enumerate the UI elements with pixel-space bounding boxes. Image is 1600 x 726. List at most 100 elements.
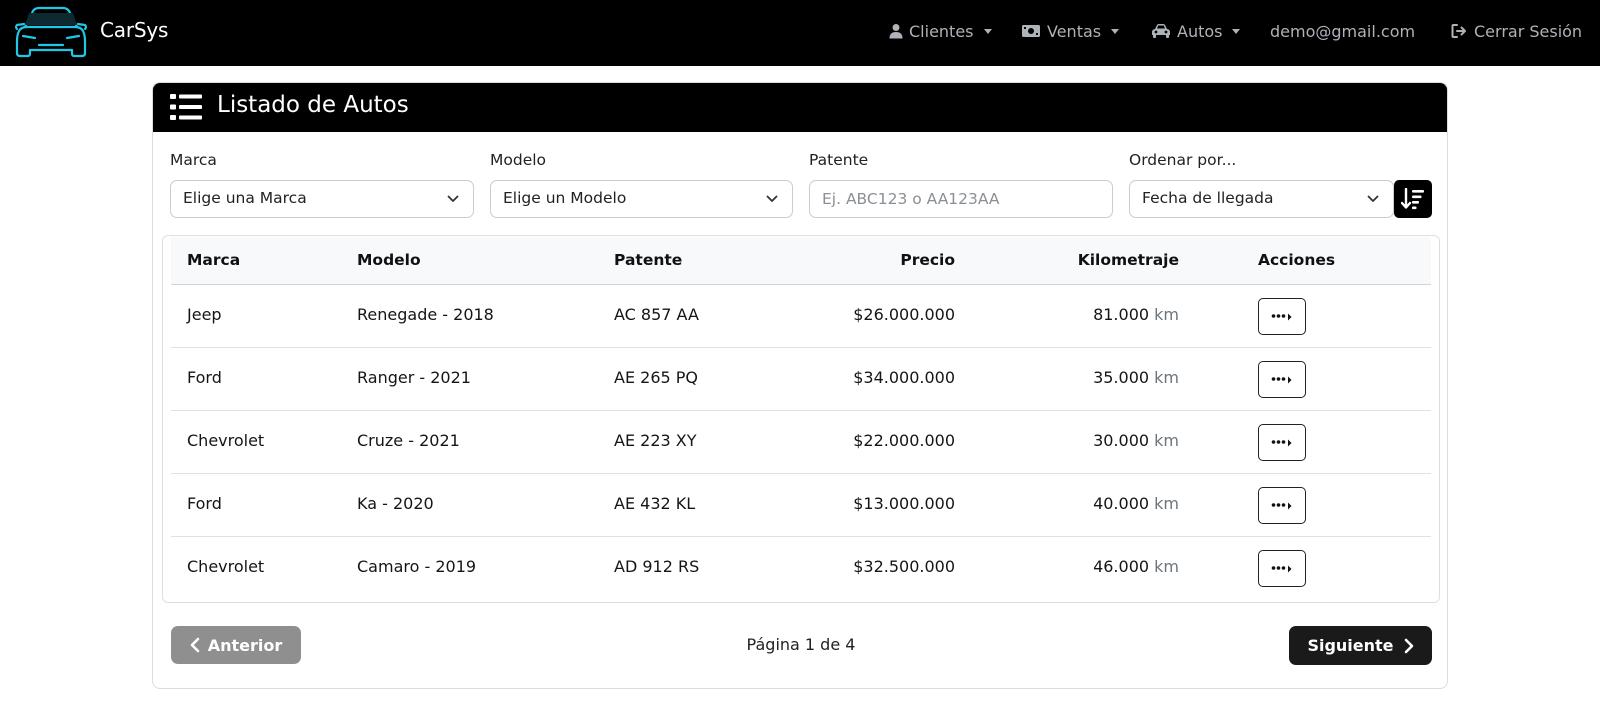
nav-autos-label: Autos [1177, 21, 1223, 41]
logout-label: Cerrar Sesión [1474, 21, 1583, 41]
ellipsis-caret-icon [1271, 439, 1292, 446]
km-value: 40.000 [1093, 494, 1150, 513]
brand-name[interactable]: CarSys [100, 18, 168, 42]
sort-descending-icon [1401, 188, 1424, 210]
km-value: 46.000 [1093, 557, 1150, 576]
card-header: Listado de Autos [153, 83, 1447, 132]
header-modelo: Modelo [357, 251, 421, 269]
ellipsis-caret-icon [1271, 376, 1292, 383]
cell-marca: Ford [187, 368, 222, 387]
cell-kilometraje: 40.000 km [1093, 494, 1179, 513]
ellipsis-caret-icon [1271, 313, 1292, 320]
header-precio: Precio [900, 251, 955, 269]
caret-down-icon [983, 28, 992, 34]
km-unit: km [1154, 494, 1179, 513]
ellipsis-caret-icon [1271, 502, 1292, 509]
logout-icon [1451, 24, 1466, 38]
header-marca: Marca [187, 251, 241, 269]
caret-down-icon [1111, 28, 1120, 34]
cell-kilometraje: 46.000 km [1093, 557, 1179, 576]
cell-precio: $22.000.000 [853, 431, 955, 450]
cell-modelo: Ka - 2020 [357, 494, 434, 513]
modelo-label: Modelo [490, 151, 547, 169]
cell-kilometraje: 30.000 km [1093, 431, 1179, 450]
row-actions-button[interactable] [1258, 487, 1306, 524]
cell-modelo: Ranger - 2021 [357, 368, 471, 387]
modelo-select-value: Elige un Modelo [503, 189, 627, 207]
navbar: CarSys Clientes Ventas Autos demo@gmail.… [0, 0, 1600, 66]
cell-modelo: Cruze - 2021 [357, 431, 460, 450]
header-patente: Patente [614, 251, 683, 269]
table-row: Jeep Renegade - 2018 AC 857 AA $26.000.0… [171, 285, 1431, 348]
cell-precio: $34.000.000 [853, 368, 955, 387]
ordenar-select-value: Fecha de llegada [1142, 189, 1274, 207]
km-unit: km [1154, 431, 1179, 450]
nav-ventas-dropdown[interactable]: Ventas [1021, 20, 1120, 42]
km-value: 35.000 [1093, 368, 1150, 387]
ellipsis-caret-icon [1271, 565, 1292, 572]
car-logo-icon[interactable] [11, 5, 91, 59]
table-row: Chevrolet Cruze - 2021 AE 223 XY $22.000… [171, 411, 1431, 474]
cell-precio: $26.000.000 [853, 305, 955, 324]
km-unit: km [1154, 368, 1179, 387]
autos-table: Marca Modelo Patente Precio Kilometraje … [162, 235, 1440, 603]
chevron-down-icon [447, 195, 459, 202]
user-icon [889, 24, 903, 39]
chevron-right-icon [1404, 638, 1413, 653]
page-indicator: Página 1 de 4 [746, 635, 856, 654]
table-row: Ford Ka - 2020 AE 432 KL $13.000.000 40.… [171, 474, 1431, 537]
cell-marca: Jeep [187, 305, 222, 324]
table-row: Ford Ranger - 2021 AE 265 PQ $34.000.000… [171, 348, 1431, 411]
cell-marca: Ford [187, 494, 222, 513]
patente-input[interactable] [809, 180, 1113, 218]
chevron-down-icon [766, 195, 778, 202]
table-row: Chevrolet Camaro - 2019 AD 912 RS $32.50… [171, 537, 1431, 600]
row-actions-button[interactable] [1258, 361, 1306, 398]
km-value: 30.000 [1093, 431, 1150, 450]
cell-precio: $13.000.000 [853, 494, 955, 513]
page-title: Listado de Autos [217, 92, 409, 118]
cell-patente: AE 265 PQ [614, 368, 699, 387]
marca-select[interactable]: Elige una Marca [170, 180, 474, 218]
header-kilometraje: Kilometraje [1077, 251, 1179, 269]
user-email-link[interactable]: demo@gmail.com [1270, 20, 1415, 42]
marca-label: Marca [170, 151, 217, 169]
km-value: 81.000 [1093, 305, 1150, 324]
row-actions-button[interactable] [1258, 550, 1306, 587]
autos-card: Listado de Autos Marca Elige una Marca M… [152, 82, 1448, 689]
cell-patente: AD 912 RS [614, 557, 700, 576]
km-unit: km [1154, 305, 1179, 324]
sort-direction-button[interactable] [1394, 180, 1432, 218]
km-unit: km [1154, 557, 1179, 576]
money-icon [1022, 25, 1040, 37]
ordenar-label: Ordenar por... [1129, 151, 1237, 169]
cell-patente: AC 857 AA [614, 305, 699, 324]
header-acciones: Acciones [1258, 251, 1336, 269]
nav-autos-dropdown[interactable]: Autos [1151, 20, 1241, 42]
marca-select-value: Elige una Marca [183, 189, 307, 207]
cell-kilometraje: 35.000 km [1093, 368, 1179, 387]
caret-down-icon [1232, 28, 1241, 34]
table-header: Marca Modelo Patente Precio Kilometraje … [171, 237, 1431, 285]
next-page-label: Siguiente [1307, 636, 1394, 655]
row-actions-button[interactable] [1258, 424, 1306, 461]
nav-clientes-label: Clientes [909, 21, 974, 41]
cell-marca: Chevrolet [187, 431, 265, 450]
cell-precio: $32.500.000 [853, 557, 955, 576]
nav-ventas-label: Ventas [1047, 21, 1102, 41]
nav-clientes-dropdown[interactable]: Clientes [889, 20, 992, 42]
car-icon [1152, 24, 1170, 38]
cell-patente: AE 432 KL [614, 494, 696, 513]
patente-label: Patente [809, 151, 869, 169]
ordenar-select[interactable]: Fecha de llegada [1129, 180, 1394, 218]
list-icon [170, 94, 202, 120]
modelo-select[interactable]: Elige un Modelo [490, 180, 793, 218]
cell-kilometraje: 81.000 km [1093, 305, 1179, 324]
logout-link[interactable]: Cerrar Sesión [1451, 20, 1582, 42]
row-actions-button[interactable] [1258, 298, 1306, 335]
next-page-button[interactable]: Siguiente [1289, 626, 1432, 665]
cell-modelo: Renegade - 2018 [357, 305, 494, 324]
cell-modelo: Camaro - 2019 [357, 557, 477, 576]
cell-marca: Chevrolet [187, 557, 265, 576]
chevron-down-icon [1367, 195, 1379, 202]
